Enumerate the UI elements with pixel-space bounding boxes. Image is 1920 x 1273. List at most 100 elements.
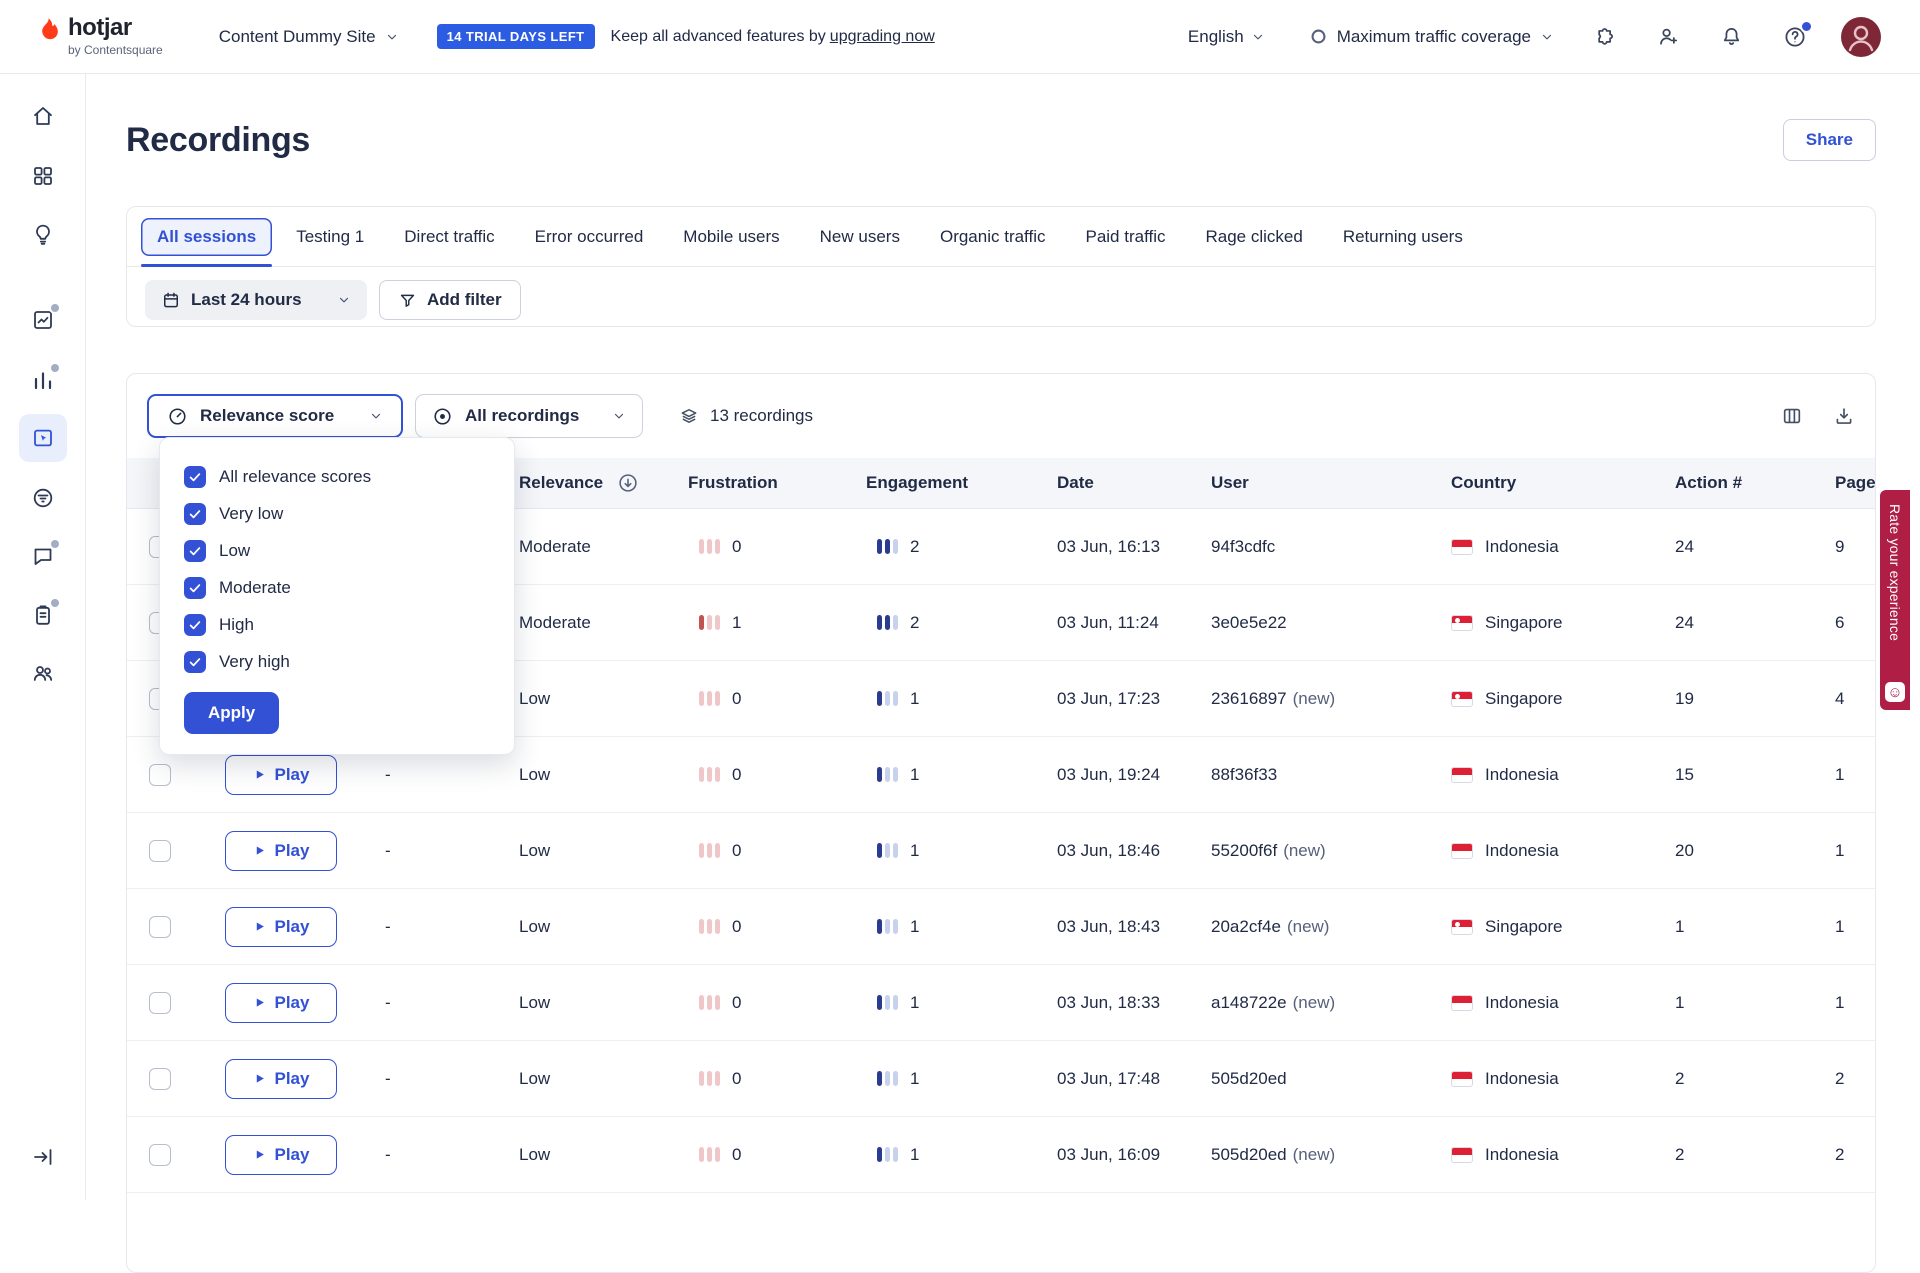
user-cell: 23616897(new) — [1211, 689, 1451, 709]
site-selector[interactable]: Content Dummy Site — [219, 27, 399, 47]
frustration-bars-icon — [699, 691, 720, 706]
relevance-option[interactable]: All relevance scores — [184, 458, 490, 495]
frustration-bars-icon — [699, 615, 720, 630]
feedback-widget[interactable]: Rate your experience ☺ — [1880, 490, 1910, 710]
help-button[interactable] — [1783, 25, 1807, 49]
hotjar-logo[interactable]: hotjar by Contentsquare — [34, 16, 163, 57]
date-cell: 03 Jun, 18:33 — [1057, 993, 1211, 1013]
sidebar-item-funnels[interactable] — [19, 474, 67, 522]
user-cell: 3e0e5e22 — [1211, 613, 1451, 633]
upgrade-link[interactable]: upgrading now — [830, 28, 935, 45]
date-range-button[interactable]: Last 24 hours — [145, 280, 367, 320]
tab-rage-clicked[interactable]: Rage clicked — [1190, 218, 1319, 256]
traffic-coverage-selector[interactable]: Maximum traffic coverage — [1309, 27, 1554, 47]
sidebar-item-heatmaps[interactable] — [19, 296, 67, 344]
play-button[interactable]: Play — [225, 755, 337, 795]
column-header-engagement[interactable]: Engagement — [866, 473, 1057, 493]
row-checkbox[interactable] — [149, 764, 171, 786]
checkbox-checked-icon[interactable] — [184, 577, 206, 599]
tab-new-users[interactable]: New users — [804, 218, 916, 256]
sort-descending-icon[interactable] — [617, 472, 639, 494]
pages-cell: 6 — [1835, 613, 1876, 633]
relevance-option[interactable]: Low — [184, 532, 490, 569]
tab-mobile-users[interactable]: Mobile users — [667, 218, 795, 256]
table-row: Play - Low 0 1 03 Jun, 18:33 a148722e(ne… — [127, 965, 1875, 1041]
sidebar-item-feedback[interactable] — [19, 532, 67, 580]
share-button[interactable]: Share — [1783, 119, 1876, 161]
score-cell: - — [327, 1069, 519, 1089]
country-cell: Indonesia — [1451, 1069, 1675, 1089]
manage-columns-button[interactable] — [1781, 405, 1803, 427]
row-checkbox[interactable] — [149, 992, 171, 1014]
engagement-cell: 1 — [866, 993, 1057, 1013]
download-button[interactable] — [1833, 405, 1855, 427]
checkbox-checked-icon[interactable] — [184, 614, 206, 636]
checkbox-checked-icon[interactable] — [184, 503, 206, 525]
tab-direct-traffic[interactable]: Direct traffic — [388, 218, 510, 256]
sidebar-item-surveys[interactable] — [19, 591, 67, 639]
relevance-option[interactable]: Very high — [184, 643, 490, 680]
language-selector[interactable]: English — [1188, 27, 1265, 47]
column-header-frustration[interactable]: Frustration — [688, 473, 866, 493]
tab-error-occurred[interactable]: Error occurred — [519, 218, 660, 256]
sidebar-item-recordings[interactable] — [19, 414, 67, 462]
sidebar-item-interviews[interactable] — [19, 649, 67, 697]
frustration-cell: 0 — [688, 993, 866, 1013]
country-flag-icon — [1451, 691, 1473, 707]
invite-user-button[interactable] — [1657, 25, 1680, 48]
checkbox-checked-icon[interactable] — [184, 540, 206, 562]
actions-cell: 1 — [1675, 993, 1835, 1013]
column-header-user[interactable]: User — [1211, 473, 1451, 493]
add-filter-button[interactable]: Add filter — [379, 280, 521, 320]
column-header-pages[interactable]: Pages — [1835, 473, 1876, 493]
play-button[interactable]: Play — [225, 907, 337, 947]
notifications-button[interactable] — [1720, 25, 1743, 48]
row-checkbox[interactable] — [149, 1068, 171, 1090]
chart-icon — [31, 308, 55, 332]
column-header-date[interactable]: Date — [1057, 473, 1211, 493]
row-checkbox[interactable] — [149, 1144, 171, 1166]
sidebar-item-dashboards[interactable] — [19, 152, 67, 200]
country-cell: Indonesia — [1451, 1145, 1675, 1165]
user-cell: 88f36f33 — [1211, 765, 1451, 785]
play-button[interactable]: Play — [225, 983, 337, 1023]
sidebar-collapse-button[interactable] — [19, 1133, 67, 1181]
recordings-filter-button[interactable]: All recordings — [415, 394, 643, 438]
checkbox-checked-icon[interactable] — [184, 651, 206, 673]
sidebar-item-highlights[interactable] — [19, 210, 67, 258]
play-button[interactable]: Play — [225, 1059, 337, 1099]
relevance-option[interactable]: Very low — [184, 495, 490, 532]
tab-returning-users[interactable]: Returning users — [1327, 218, 1479, 256]
row-checkbox[interactable] — [149, 916, 171, 938]
actions-cell: 15 — [1675, 765, 1835, 785]
row-checkbox[interactable] — [149, 840, 171, 862]
tab-all-sessions[interactable]: All sessions — [141, 218, 272, 256]
date-cell: 03 Jun, 16:09 — [1057, 1145, 1211, 1165]
layers-icon — [679, 406, 699, 426]
play-button[interactable]: Play — [225, 1135, 337, 1175]
relevance-option[interactable]: Moderate — [184, 569, 490, 606]
column-header-relevance[interactable]: Relevance — [519, 472, 688, 494]
country-flag-icon — [1451, 1147, 1473, 1163]
column-header-country[interactable]: Country — [1451, 473, 1675, 493]
relevance-option[interactable]: High — [184, 606, 490, 643]
engagement-bars-icon — [877, 615, 898, 630]
play-button[interactable]: Play — [225, 831, 337, 871]
checkbox-checked-icon[interactable] — [184, 466, 206, 488]
tab-paid-traffic[interactable]: Paid traffic — [1069, 218, 1181, 256]
sidebar-item-home[interactable] — [19, 92, 67, 140]
engagement-cell: 1 — [866, 689, 1057, 709]
engagement-cell: 2 — [866, 613, 1057, 633]
tab-testing-1[interactable]: Testing 1 — [280, 218, 380, 256]
actions-cell: 2 — [1675, 1069, 1835, 1089]
tab-organic-traffic[interactable]: Organic traffic — [924, 218, 1062, 256]
chevron-down-icon — [337, 293, 351, 307]
apply-button[interactable]: Apply — [184, 692, 279, 734]
integrations-button[interactable] — [1594, 25, 1617, 48]
relevance-score-filter-button[interactable]: Relevance score — [147, 394, 403, 438]
question-icon — [1783, 25, 1807, 49]
column-header-actions[interactable]: Action # — [1675, 473, 1835, 493]
user-avatar[interactable] — [1841, 17, 1881, 57]
recordings-count: 13 recordings — [679, 406, 813, 426]
sidebar-item-trends[interactable] — [19, 356, 67, 404]
